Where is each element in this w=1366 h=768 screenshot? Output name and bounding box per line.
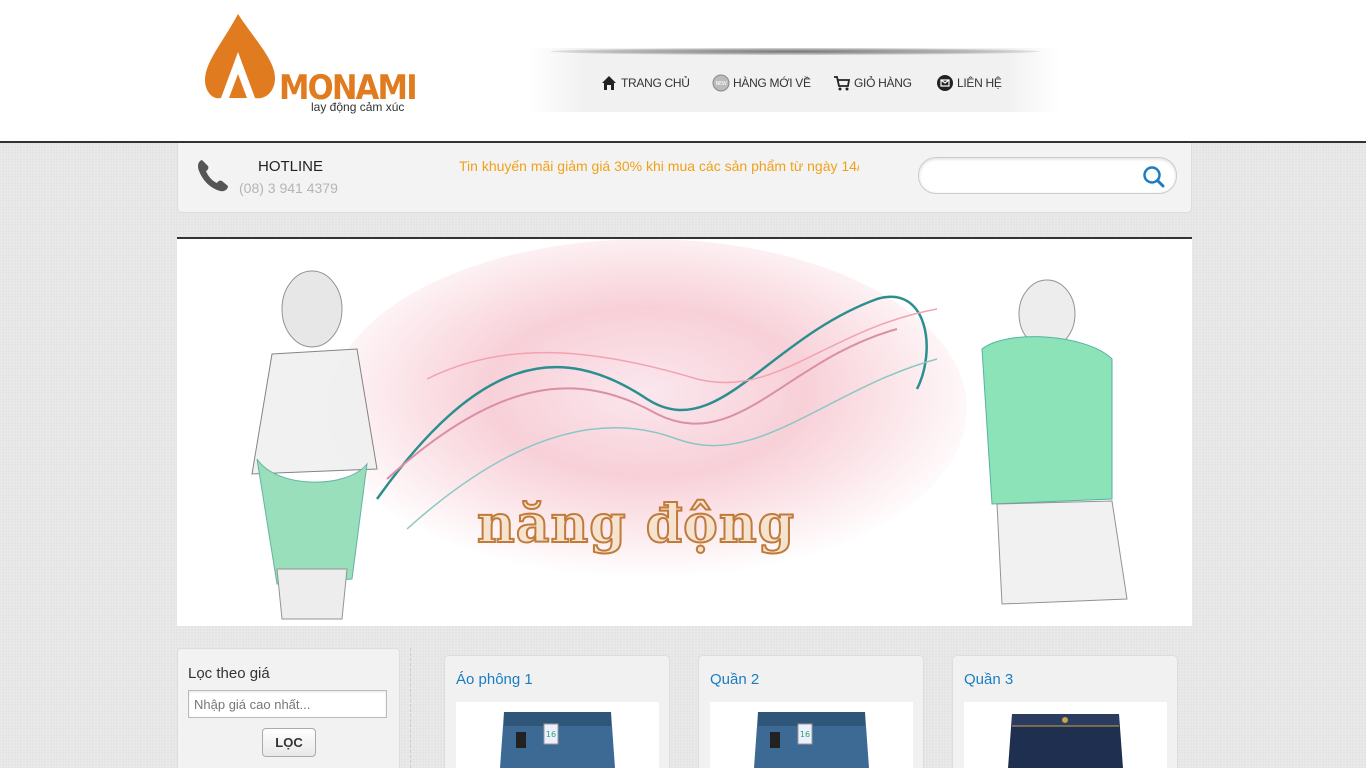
product-image[interactable] (964, 702, 1167, 768)
nav-item-label: GIỎ HÀNG (854, 76, 912, 90)
brand-tagline: lay động cảm xúc (311, 100, 405, 114)
search-box (918, 157, 1177, 194)
nav-item-home[interactable]: TRANG CHỦ (600, 72, 690, 94)
hotline-label: HOTLINE (258, 158, 324, 175)
nav-item-cart[interactable]: GIỎ HÀNG (833, 72, 912, 94)
product-name[interactable]: Quần 2 (710, 671, 759, 688)
promo-text: Tin khuyến mãi giảm giá 30% khi mua các … (459, 158, 859, 174)
product-card[interactable]: Quần 2 16 (698, 655, 924, 768)
filter-button[interactable]: LỌC (262, 728, 316, 757)
product-image[interactable]: 16 (456, 702, 659, 768)
phone-icon (196, 157, 230, 198)
promo-marquee: Tin khuyến mãi giảm giá 30% khi mua các … (459, 158, 859, 178)
home-icon (600, 74, 618, 92)
product-image[interactable]: 16 (710, 702, 913, 768)
product-name[interactable]: Quần 3 (964, 671, 1013, 688)
search-icon[interactable] (1141, 164, 1167, 190)
banner-artwork (177, 239, 1192, 626)
search-input[interactable] (931, 166, 1131, 186)
logo-flame-icon (205, 14, 275, 99)
product-name[interactable]: Áo phông 1 (456, 671, 533, 688)
price-filter-panel: Lọc theo giá LỌC (177, 648, 400, 768)
site-logo[interactable]: MONAMI lay động cảm xúc (203, 12, 433, 118)
max-price-input[interactable] (188, 690, 387, 718)
nav-item-new-arrivals[interactable]: NEW HÀNG MỚI VỀ (712, 72, 811, 94)
main-nav: TRANG CHỦ NEW HÀNG MỚI VỀ GIỎ HÀNG LIÊN … (530, 48, 1060, 112)
svg-text:16: 16 (546, 730, 556, 739)
column-divider (410, 648, 411, 768)
filter-title: Lọc theo giá (188, 665, 270, 682)
product-card[interactable]: Quần 3 (952, 655, 1178, 768)
nav-item-label: TRANG CHỦ (621, 76, 690, 90)
site-header: MONAMI lay động cảm xúc TRANG CHỦ NEW HÀ… (0, 0, 1366, 143)
banner-headline: năng động (476, 493, 795, 556)
nav-item-contact[interactable]: LIÊN HỆ (936, 72, 1002, 94)
nav-item-label: LIÊN HỆ (957, 76, 1002, 90)
hero-banner[interactable]: năng động (177, 237, 1192, 626)
product-card[interactable]: Áo phông 1 16 (444, 655, 670, 768)
nav-item-label: HÀNG MỚI VỀ (733, 76, 811, 90)
hotline-number: (08) 3 941 4379 (239, 180, 338, 196)
cart-icon (833, 74, 851, 92)
svg-text:16: 16 (800, 730, 810, 739)
info-bar: HOTLINE (08) 3 941 4379 Tin khuyến mãi g… (177, 143, 1192, 213)
svg-text:NEW: NEW (716, 81, 727, 87)
new-badge-icon: NEW (712, 74, 730, 92)
mail-icon (936, 74, 954, 92)
